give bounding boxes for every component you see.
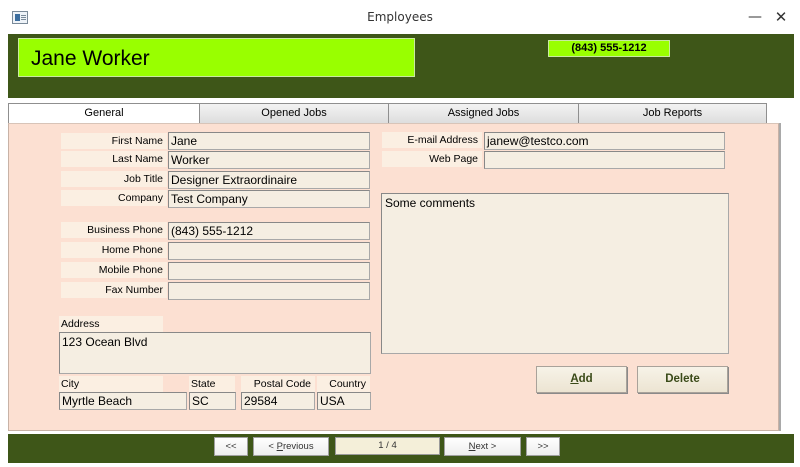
add-label-rest: dd: [578, 373, 593, 385]
home-phone-label: Home Phone: [61, 242, 167, 258]
add-button[interactable]: Add: [536, 366, 627, 393]
tab-general[interactable]: General: [8, 103, 200, 125]
company-field[interactable]: Test Company: [168, 190, 370, 208]
country-label: Country: [317, 376, 370, 392]
address-label: Address: [59, 316, 163, 332]
next-label-rest: ext >: [475, 441, 497, 452]
tab-assigned-jobs[interactable]: Assigned Jobs: [388, 103, 579, 124]
previous-record-button[interactable]: < Previous: [253, 437, 329, 456]
last-record-button[interactable]: >>: [526, 437, 560, 456]
window-title: Employees: [367, 10, 433, 24]
comments-field[interactable]: Some comments: [381, 193, 729, 354]
tab-opened-jobs[interactable]: Opened Jobs: [199, 103, 389, 124]
job-title-field[interactable]: Designer Extraordinaire: [168, 171, 370, 189]
country-field[interactable]: USA: [317, 392, 371, 410]
employee-phone-badge: (843) 555-1212: [548, 40, 670, 57]
tab-job-reports[interactable]: Job Reports: [578, 103, 767, 124]
postal-code-label: Postal Code: [241, 376, 315, 392]
company-label: Company: [61, 190, 167, 206]
fax-number-label: Fax Number: [61, 282, 167, 298]
delete-button[interactable]: Delete: [637, 366, 728, 393]
last-name-label: Last Name: [61, 151, 167, 167]
state-label: State: [189, 376, 235, 392]
job-title-label: Job Title: [61, 171, 167, 187]
first-record-button[interactable]: <<: [214, 437, 248, 456]
next-record-button[interactable]: Next >: [444, 437, 521, 456]
email-label: E-mail Address: [382, 132, 482, 148]
employee-name-box: Jane Worker: [18, 38, 415, 77]
last-name-field[interactable]: Worker: [168, 151, 370, 169]
panel-border: [779, 123, 781, 431]
close-button[interactable]: ✕: [766, 6, 796, 28]
title-bar: Employees — ✕: [0, 0, 800, 34]
postal-code-field[interactable]: 29584: [241, 392, 315, 410]
first-name-label: First Name: [61, 133, 167, 149]
employee-header: Jane Worker (843) 555-1212: [8, 34, 794, 98]
first-name-field[interactable]: Jane: [168, 132, 370, 150]
add-accelerator: A: [570, 373, 579, 385]
web-page-label: Web Page: [382, 151, 482, 167]
city-label: City: [59, 376, 163, 392]
city-field[interactable]: Myrtle Beach: [59, 392, 187, 410]
home-phone-field[interactable]: [168, 242, 370, 260]
fax-number-field[interactable]: [168, 282, 370, 300]
employee-name: Jane Worker: [31, 47, 150, 70]
business-phone-field[interactable]: (843) 555-1212: [168, 222, 370, 240]
tab-strip: General Opened Jobs Assigned Jobs Job Re…: [8, 103, 768, 125]
previous-label-rest: revious: [282, 441, 314, 452]
web-page-field[interactable]: [484, 151, 725, 169]
state-field[interactable]: SC: [189, 392, 236, 410]
next-accelerator: N: [468, 441, 476, 452]
mobile-phone-label: Mobile Phone: [61, 262, 167, 278]
address-field[interactable]: 123 Ocean Blvd: [59, 332, 371, 374]
record-indicator: 1 / 4: [335, 437, 440, 455]
email-field[interactable]: janew@testco.com: [484, 132, 725, 150]
previous-prefix: <: [268, 441, 277, 452]
business-phone-label: Business Phone: [61, 222, 167, 238]
mobile-phone-field[interactable]: [168, 262, 370, 280]
